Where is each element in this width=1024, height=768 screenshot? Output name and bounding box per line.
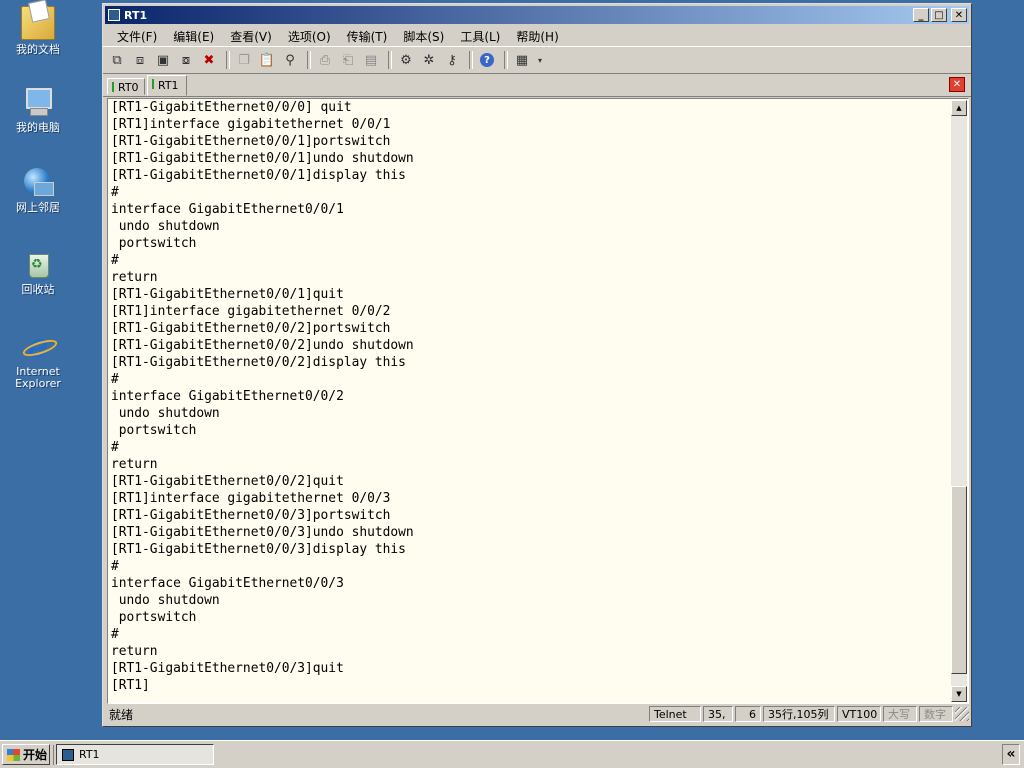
keymap-icon[interactable]: ⚷ bbox=[442, 50, 462, 70]
resize-grip-icon[interactable] bbox=[955, 707, 969, 721]
scroll-up-button[interactable]: ▲ bbox=[951, 100, 967, 116]
session-options-icon[interactable]: ⚙ bbox=[396, 50, 416, 70]
scroll-thumb[interactable] bbox=[951, 486, 967, 674]
desktop-icon-my-computer[interactable]: 我的电脑 bbox=[0, 86, 76, 134]
taskbar-item-rt1[interactable]: RT1 bbox=[56, 744, 214, 765]
network-places-icon bbox=[22, 166, 54, 198]
help-icon[interactable]: ? bbox=[480, 53, 494, 67]
menu-view[interactable]: 查看(V) bbox=[222, 26, 280, 47]
taskbar-item-label: RT1 bbox=[79, 748, 100, 761]
scroll-down-button[interactable]: ▼ bbox=[951, 686, 967, 702]
disconnect-icon[interactable]: ✖ bbox=[199, 50, 219, 70]
tab-rt0[interactable]: RT0 bbox=[107, 78, 145, 95]
internet-explorer-icon: e bbox=[22, 329, 54, 363]
toolbar-separator bbox=[388, 51, 392, 69]
window-title: RT1 bbox=[124, 8, 148, 22]
log-icon[interactable]: ▤ bbox=[361, 50, 381, 70]
toolbar-separator bbox=[469, 51, 473, 69]
print-icon[interactable]: ⎙ bbox=[315, 50, 335, 70]
menu-edit[interactable]: 编辑(E) bbox=[165, 26, 222, 47]
title-bar[interactable]: RT1 _ □ ✕ bbox=[105, 6, 969, 24]
desktop-icon-internet-explorer[interactable]: e Internet Explorer bbox=[0, 329, 76, 390]
recycle-bin-icon bbox=[22, 248, 54, 280]
menu-options[interactable]: 选项(O) bbox=[280, 26, 339, 47]
app-icon bbox=[62, 748, 74, 761]
status-protocol: Telnet bbox=[649, 706, 701, 722]
my-computer-icon bbox=[22, 86, 54, 118]
terminal-output[interactable]: [RT1-GigabitEthernet0/0/0] quit [RT1]int… bbox=[107, 98, 969, 704]
sftp-icon[interactable]: ▦ bbox=[512, 50, 532, 70]
close-button[interactable]: ✕ bbox=[951, 8, 967, 22]
start-label: 开始 bbox=[23, 748, 48, 762]
status-terminal-type: VT100 bbox=[837, 706, 881, 722]
session-tabs: RT0 RT1 ✕ bbox=[103, 74, 971, 97]
desktop-icon-network-places[interactable]: 网上邻居 bbox=[0, 166, 76, 214]
status-text: 就绪 bbox=[109, 707, 134, 722]
tab-rt1[interactable]: RT1 bbox=[147, 75, 187, 96]
windows-logo-icon bbox=[7, 748, 20, 761]
status-cursor-row: 35, bbox=[703, 706, 733, 722]
menu-tools[interactable]: 工具(L) bbox=[452, 26, 508, 47]
toolbar: ⧉ ⧈ ▣ ⧇ ✖ ❐ 📋 ⚲ ⎙ ⎗ ▤ ⚙ ✲ ⚷ ? ▦ ▾ bbox=[103, 46, 971, 74]
maximize-button[interactable]: □ bbox=[931, 8, 947, 22]
minimize-button[interactable]: _ bbox=[913, 8, 929, 22]
status-caps-lock: 大写 bbox=[883, 706, 917, 722]
menu-file[interactable]: 文件(F) bbox=[109, 26, 165, 47]
close-tab-icon[interactable]: ✕ bbox=[949, 77, 965, 92]
toolbar-overflow-icon[interactable]: ▾ bbox=[535, 50, 545, 70]
quick-connect-icon[interactable]: ⧈ bbox=[130, 50, 150, 70]
terminal-text: [RT1-GigabitEthernet0/0/0] quit [RT1]int… bbox=[111, 100, 414, 693]
desktop-icon-label: 我的文档 bbox=[16, 43, 60, 56]
terminal-window: RT1 _ □ ✕ 文件(F) 编辑(E) 查看(V) 选项(O) 传输(T) … bbox=[102, 3, 972, 727]
my-documents-icon bbox=[21, 6, 55, 40]
taskbar: 开始 RT1 « bbox=[0, 740, 1024, 768]
print-setup-icon[interactable]: ⎗ bbox=[338, 50, 358, 70]
desktop-icon-label: 我的电脑 bbox=[16, 121, 60, 134]
menu-bar: 文件(F) 编辑(E) 查看(V) 选项(O) 传输(T) 脚本(S) 工具(L… bbox=[103, 26, 971, 46]
global-options-icon[interactable]: ✲ bbox=[419, 50, 439, 70]
desktop-icon-recycle-bin[interactable]: 回收站 bbox=[0, 248, 76, 296]
start-button[interactable]: 开始 bbox=[2, 744, 50, 765]
menu-script[interactable]: 脚本(S) bbox=[395, 26, 452, 47]
reconnect-icon[interactable]: ▣ bbox=[153, 50, 173, 70]
status-terminal-size: 35行,105列 bbox=[763, 706, 835, 722]
desktop-icon-my-documents[interactable]: 我的文档 bbox=[0, 6, 76, 56]
connect-icon[interactable]: ⧉ bbox=[107, 50, 127, 70]
tray-expand-chevron-icon[interactable]: « bbox=[1002, 744, 1020, 765]
status-num-lock: 数字 bbox=[919, 706, 953, 722]
toolbar-separator bbox=[504, 51, 508, 69]
status-cursor-col: 6 bbox=[735, 706, 761, 722]
desktop-icon-label: 回收站 bbox=[21, 283, 55, 296]
paste-icon[interactable]: 📋 bbox=[257, 50, 277, 70]
toolbar-separator bbox=[307, 51, 311, 69]
app-icon bbox=[108, 9, 120, 21]
desktop-icon-label-line2: Explorer bbox=[15, 377, 61, 390]
menu-help[interactable]: 帮助(H) bbox=[508, 26, 566, 47]
menu-transfer[interactable]: 传输(T) bbox=[339, 26, 396, 47]
clone-session-icon[interactable]: ⧇ bbox=[176, 50, 196, 70]
vertical-scrollbar[interactable]: ▲ ▼ bbox=[951, 100, 967, 702]
find-icon[interactable]: ⚲ bbox=[280, 50, 300, 70]
status-bar: 就绪 Telnet 35, 6 35行,105列 VT100 大写 数字 bbox=[105, 704, 969, 724]
toolbar-separator bbox=[226, 51, 230, 69]
copy-icon[interactable]: ❐ bbox=[234, 50, 254, 70]
desktop-icon-label: 网上邻居 bbox=[16, 201, 60, 214]
